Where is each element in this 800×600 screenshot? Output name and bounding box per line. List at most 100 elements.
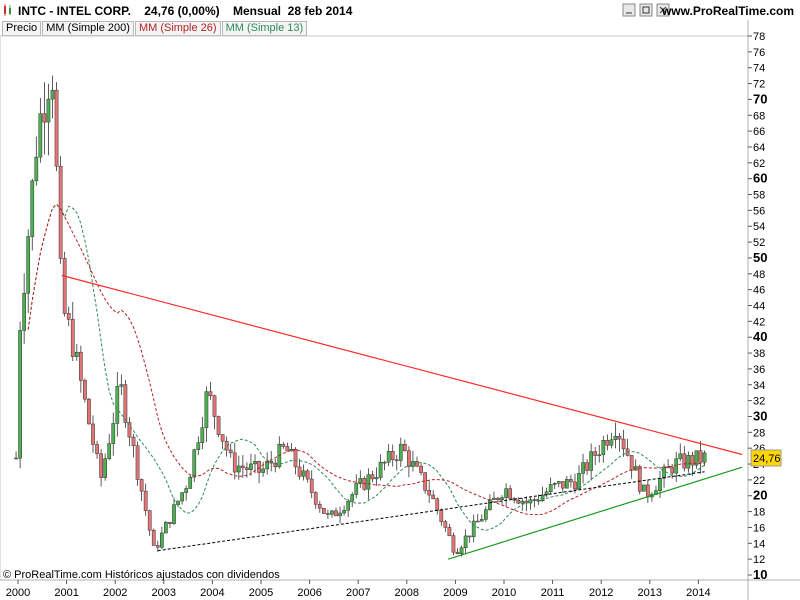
candle-down [245,467,249,470]
candle-down [87,398,91,425]
candle-up [658,477,662,491]
candle-down [382,461,387,464]
y-tick-label: 46 [753,285,765,297]
candle-up [641,484,646,492]
candle-up [613,435,618,441]
candle-up [103,458,108,478]
y-tick-label: 58 [753,190,765,202]
candle-down [42,113,47,123]
y-tick-label: 52 [753,237,765,249]
candle-up [548,484,553,493]
candle-up [338,512,342,517]
candle-up [463,535,468,549]
candle-up [398,443,403,461]
y-tick-label: 20 [753,488,767,503]
candle-down [516,499,521,504]
y-tick-label: 74 [753,63,765,75]
candle-up [597,454,602,457]
candle-down [155,545,160,548]
candle-down [313,492,318,505]
candle-up [581,462,585,474]
candle-down [14,457,18,460]
candle-down [467,535,472,538]
candle-down [629,455,634,471]
candle-up [500,497,504,500]
x-tick-label: 2004 [200,587,224,599]
candle-up [678,453,683,459]
candle-down [496,497,500,500]
candle-up [172,504,176,524]
candle-down [83,380,87,400]
candle-down [131,436,136,446]
candle-down [334,510,338,517]
candle-down [322,507,326,514]
x-tick-label: 2011 [541,587,565,599]
candle-down [79,351,83,381]
candle-down [431,494,436,500]
y-tick-label: 70 [753,91,767,106]
candle-down [394,459,399,462]
candle-down [439,510,444,522]
candle-up [119,384,124,387]
y-tick-label: 38 [753,348,765,360]
candle-down [212,395,217,417]
candle-down [285,446,290,452]
price-chart[interactable]: 1012141618202224262830323436384042444648… [0,20,800,600]
y-tick-label: 22 [753,475,765,487]
candle-up [589,451,594,471]
candle-down [54,89,59,167]
candle-up [552,483,557,485]
candle-down [273,462,278,468]
candle-down [370,474,375,480]
candle-up [34,156,39,182]
candle-up [111,423,116,444]
y-tick-label: 12 [753,554,765,566]
candle-down [682,453,687,469]
candle-up [196,442,201,451]
candle-down [508,488,513,499]
candle-up [662,466,666,479]
y-tick-label: 64 [753,142,765,154]
candle-down [147,510,152,531]
y-tick-label: 76 [753,47,765,59]
candle-down [257,461,261,473]
candle-up [471,520,476,537]
x-tick-label: 2006 [297,587,321,599]
candle-down [293,448,298,468]
candle-down [305,470,310,480]
candle-up [386,451,391,463]
candle-down [447,527,452,536]
candle-up [479,519,484,522]
candle-down [451,535,456,553]
candle-down [326,513,330,515]
candle-down [216,416,221,435]
site-link[interactable]: www.ProRealTime.com [662,4,794,18]
candle-down [585,462,589,471]
candle-down [168,521,172,524]
candle-up [484,509,488,520]
candle-up [366,474,371,490]
candle-down [443,521,448,528]
candle-up [702,452,707,463]
candle-up [249,463,253,470]
y-tick-label: 54 [753,221,765,233]
candle-down [99,453,103,478]
candle-up [192,449,197,478]
y-tick-label: 50 [753,250,767,265]
candle-down [455,551,460,554]
candle-up [236,465,241,473]
candle-down [646,484,650,498]
y-tick-label: 42 [753,316,765,328]
candle-down [151,529,156,546]
y-tick-label: 16 [753,522,765,534]
x-tick-label: 2003 [152,587,176,599]
candle-up [504,488,508,498]
candle-down [435,498,440,511]
y-tick-label: 68 [753,110,765,122]
candle-down [91,423,95,445]
candle-down [139,479,144,492]
candle-up [22,292,27,331]
y-tick-label: 32 [753,396,765,408]
candle-down [427,490,432,496]
candle-up [46,98,51,123]
